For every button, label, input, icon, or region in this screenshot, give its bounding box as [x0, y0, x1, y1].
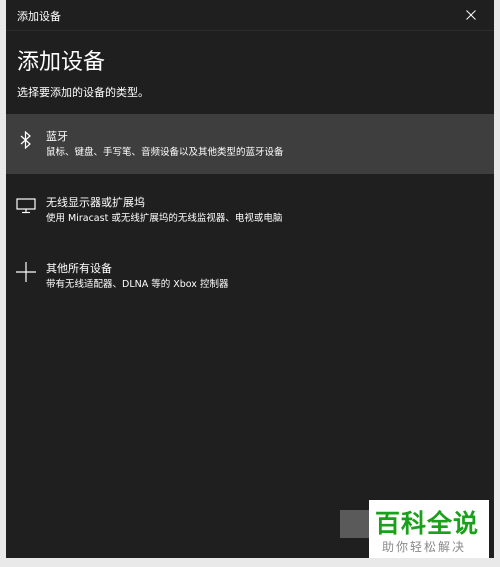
page-subtitle: 选择要添加的设备的类型。: [17, 86, 149, 99]
option-wireless-display[interactable]: 无线显示器或扩展坞 使用 Miracast 或无线扩展坞的无线监视器、电视或电脑: [6, 180, 494, 240]
add-device-dialog: 添加设备 添加设备 选择要添加的设备的类型。 蓝牙 鼠标、键盘、手写笔、音频设备…: [6, 0, 494, 558]
option-description: 带有无线适配器、DLNA 等的 Xbox 控制器: [46, 279, 229, 290]
option-title: 无线显示器或扩展坞: [46, 196, 145, 209]
page-title: 添加设备: [17, 50, 106, 75]
monitor-icon: [14, 194, 38, 218]
watermark-logo: 百科全说 助你轻松解决: [369, 500, 489, 558]
title-divider: [6, 30, 494, 31]
title-bar: 添加设备: [6, 0, 494, 30]
plus-icon: [14, 260, 38, 284]
bluetooth-icon: [14, 128, 38, 152]
close-icon: [466, 10, 476, 20]
window-title: 添加设备: [17, 10, 61, 23]
option-description: 鼠标、键盘、手写笔、音频设备以及其他类型的蓝牙设备: [46, 147, 284, 158]
watermark-tagline: 助你轻松解决: [382, 540, 467, 554]
option-title: 蓝牙: [46, 130, 68, 143]
option-everything-else[interactable]: 其他所有设备 带有无线适配器、DLNA 等的 Xbox 控制器: [6, 246, 494, 306]
page: 添加设备 添加设备 选择要添加的设备的类型。 蓝牙 鼠标、键盘、手写笔、音频设备…: [0, 0, 500, 567]
watermark-brand: 百科全说: [375, 509, 480, 538]
option-bluetooth[interactable]: 蓝牙 鼠标、键盘、手写笔、音频设备以及其他类型的蓝牙设备: [6, 114, 494, 174]
close-button[interactable]: [448, 0, 494, 30]
option-title: 其他所有设备: [46, 262, 112, 275]
option-description: 使用 Miracast 或无线扩展坞的无线监视器、电视或电脑: [46, 213, 283, 224]
